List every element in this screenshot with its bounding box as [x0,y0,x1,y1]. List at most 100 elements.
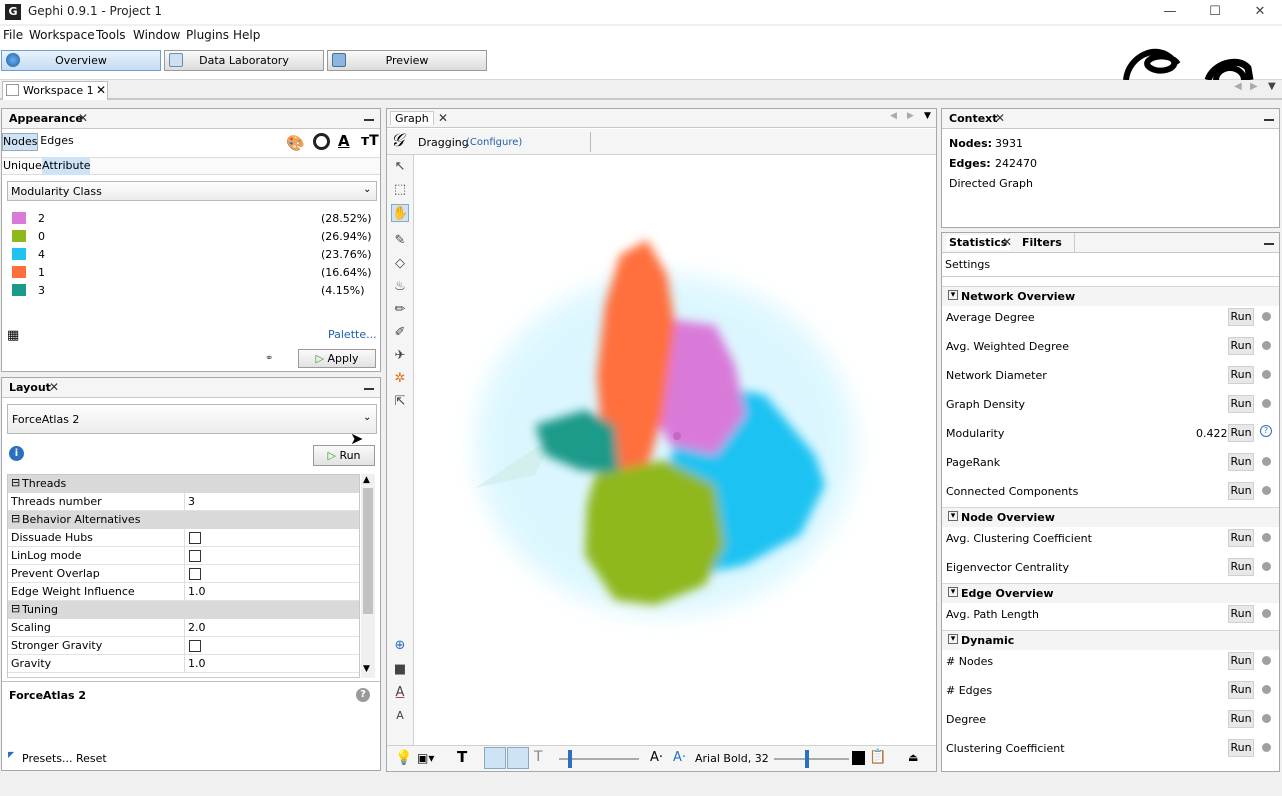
scroll-down-icon[interactable]: ▼ [363,664,370,674]
prop-threads-number[interactable]: Threads number 3 [8,493,359,511]
run-button[interactable]: Run [1228,395,1254,413]
scrollbar-thumb[interactable] [363,488,373,614]
scroll-right-icon[interactable]: ▶ [907,111,914,121]
pointer-help-icon[interactable]: ⇱ [391,393,409,411]
settings-button[interactable]: Settings [945,258,990,271]
run-button[interactable]: Run [1228,739,1254,757]
section-edge-overview[interactable]: ▾ Edge Overview [942,583,1279,603]
run-button[interactable]: Run [1228,308,1254,326]
menu-window[interactable]: Window [133,28,180,42]
close-icon[interactable]: ✕ [96,83,106,97]
menu-workspace[interactable]: Workspace [29,28,95,42]
text-label-icon[interactable]: T [457,748,467,766]
category-threads[interactable]: ⊟ Threads [8,475,359,493]
edge-straight-icon[interactable] [484,747,506,769]
reset-button[interactable]: Reset [76,752,107,765]
expand-icon[interactable]: ⏏ [908,751,918,764]
background-color-icon[interactable]: ■ [391,661,409,679]
font-label[interactable]: Arial Bold, 32 [695,752,769,765]
graph-tab[interactable]: Graph [390,111,434,125]
report-icon[interactable]: ? [1260,425,1272,437]
tab-unique[interactable]: Unique [3,157,42,175]
link-icon[interactable]: ⚭ [265,353,273,364]
prop-scaling[interactable]: Scaling 2.0 [8,619,359,637]
scroll-right-icon[interactable]: ▶ [1250,81,1258,92]
drag-hand-icon[interactable]: ✋ [391,204,409,222]
run-button[interactable]: Run [1228,681,1254,699]
prop-value[interactable]: 1.0 [188,657,206,670]
menu-tools[interactable]: Tools [96,28,126,42]
minimize-icon[interactable] [364,388,374,390]
minimize-icon[interactable] [1264,119,1274,121]
palette-icon[interactable]: 🎨 [286,134,305,152]
select-icon[interactable]: ↖ [391,158,409,176]
property-scrollbar[interactable]: ▲ ▼ [361,474,375,678]
menu-help[interactable]: Help [233,28,260,42]
font-increase-icon[interactable]: A· [673,750,686,765]
gear-icon[interactable]: ✲ [391,370,409,388]
info-icon[interactable]: i [9,446,24,461]
category-behavior[interactable]: ⊟ Behavior Alternatives [8,511,359,529]
close-icon[interactable]: ✕ [78,111,88,125]
edge-label-icon[interactable]: T [534,749,543,765]
run-button[interactable]: Run [1228,605,1254,623]
minimize-icon[interactable]: — [1147,0,1193,24]
scroll-left-icon[interactable]: ◀ [1234,81,1242,92]
tab-nodes[interactable]: Nodes [2,133,38,151]
legend-swatch[interactable] [12,248,26,260]
run-button[interactable]: Run [1228,424,1254,442]
chevron-down-icon[interactable]: ▼ [924,111,931,121]
section-node-overview[interactable]: ▾ Node Overview [942,507,1279,527]
font-size-icon[interactable]: A [391,707,409,725]
tab-edges[interactable]: Edges [40,133,74,151]
font-color-icon[interactable]: A [391,684,409,702]
presets-button[interactable]: Presets... [22,752,73,765]
run-layout-button[interactable]: ▷ Run [313,445,375,466]
tab-filters[interactable]: Filters [1022,236,1062,249]
dissuade-hubs-checkbox[interactable] [189,532,201,544]
label-color-swatch[interactable] [852,751,865,765]
legend-swatch[interactable] [12,284,26,296]
close-icon[interactable]: ✕ [49,380,59,394]
label-size-thumb[interactable] [805,750,809,768]
label-size-slider[interactable] [774,758,849,760]
copy-icon[interactable]: 📋 [869,749,886,765]
prop-value[interactable]: 2.0 [188,621,206,634]
legend-swatch[interactable] [12,266,26,278]
run-button[interactable]: Run [1228,710,1254,728]
palette-link[interactable]: Palette... [328,328,377,341]
zoom-icon[interactable]: ⊕ [391,637,409,655]
edge-pencil-icon[interactable]: ✐ [391,324,409,342]
close-icon[interactable]: ✕ [995,111,1005,125]
graph-canvas[interactable] [415,155,936,745]
prop-edge-weight[interactable]: Edge Weight Influence 1.0 [8,583,359,601]
configure-link[interactable]: (Configure) [466,137,522,148]
help-icon[interactable]: ? [356,688,370,702]
lightbulb-icon[interactable]: 💡 [395,750,412,766]
apply-button[interactable]: ▷ Apply [298,349,376,368]
tab-overview[interactable]: Overview [1,50,161,71]
workspace-tab[interactable]: Workspace 1 ✕ [2,81,108,100]
prop-value[interactable]: 3 [188,495,195,508]
scroll-left-icon[interactable]: ◀ [890,111,897,121]
tab-attribute[interactable]: Attribute [42,157,91,175]
node-size-thumb[interactable] [568,750,572,768]
attribute-dropdown[interactable]: Modularity Class ⌄ [7,181,377,201]
minimize-icon[interactable] [1264,243,1274,245]
airplane-icon[interactable]: ✈ [391,347,409,365]
run-button[interactable]: Run [1228,558,1254,576]
linlog-checkbox[interactable] [189,550,201,562]
maximize-icon[interactable]: ☐ [1192,0,1238,24]
painter-icon[interactable]: ✎ [391,232,409,250]
font-decrease-icon[interactable]: A· [650,750,663,765]
close-window-icon[interactable]: ✕ [1237,0,1282,24]
prop-value[interactable]: 1.0 [188,585,206,598]
layout-algorithm-dropdown[interactable]: ForceAtlas 2 ⌄ [7,404,377,434]
prop-gravity[interactable]: Gravity 1.0 [8,655,359,673]
menu-file[interactable]: File [3,28,23,42]
minimize-icon[interactable] [364,119,374,121]
edge-curved-icon[interactable] [507,747,529,769]
close-icon[interactable]: ✕ [438,111,448,125]
run-button[interactable]: Run [1228,366,1254,384]
run-button[interactable]: Run [1228,529,1254,547]
